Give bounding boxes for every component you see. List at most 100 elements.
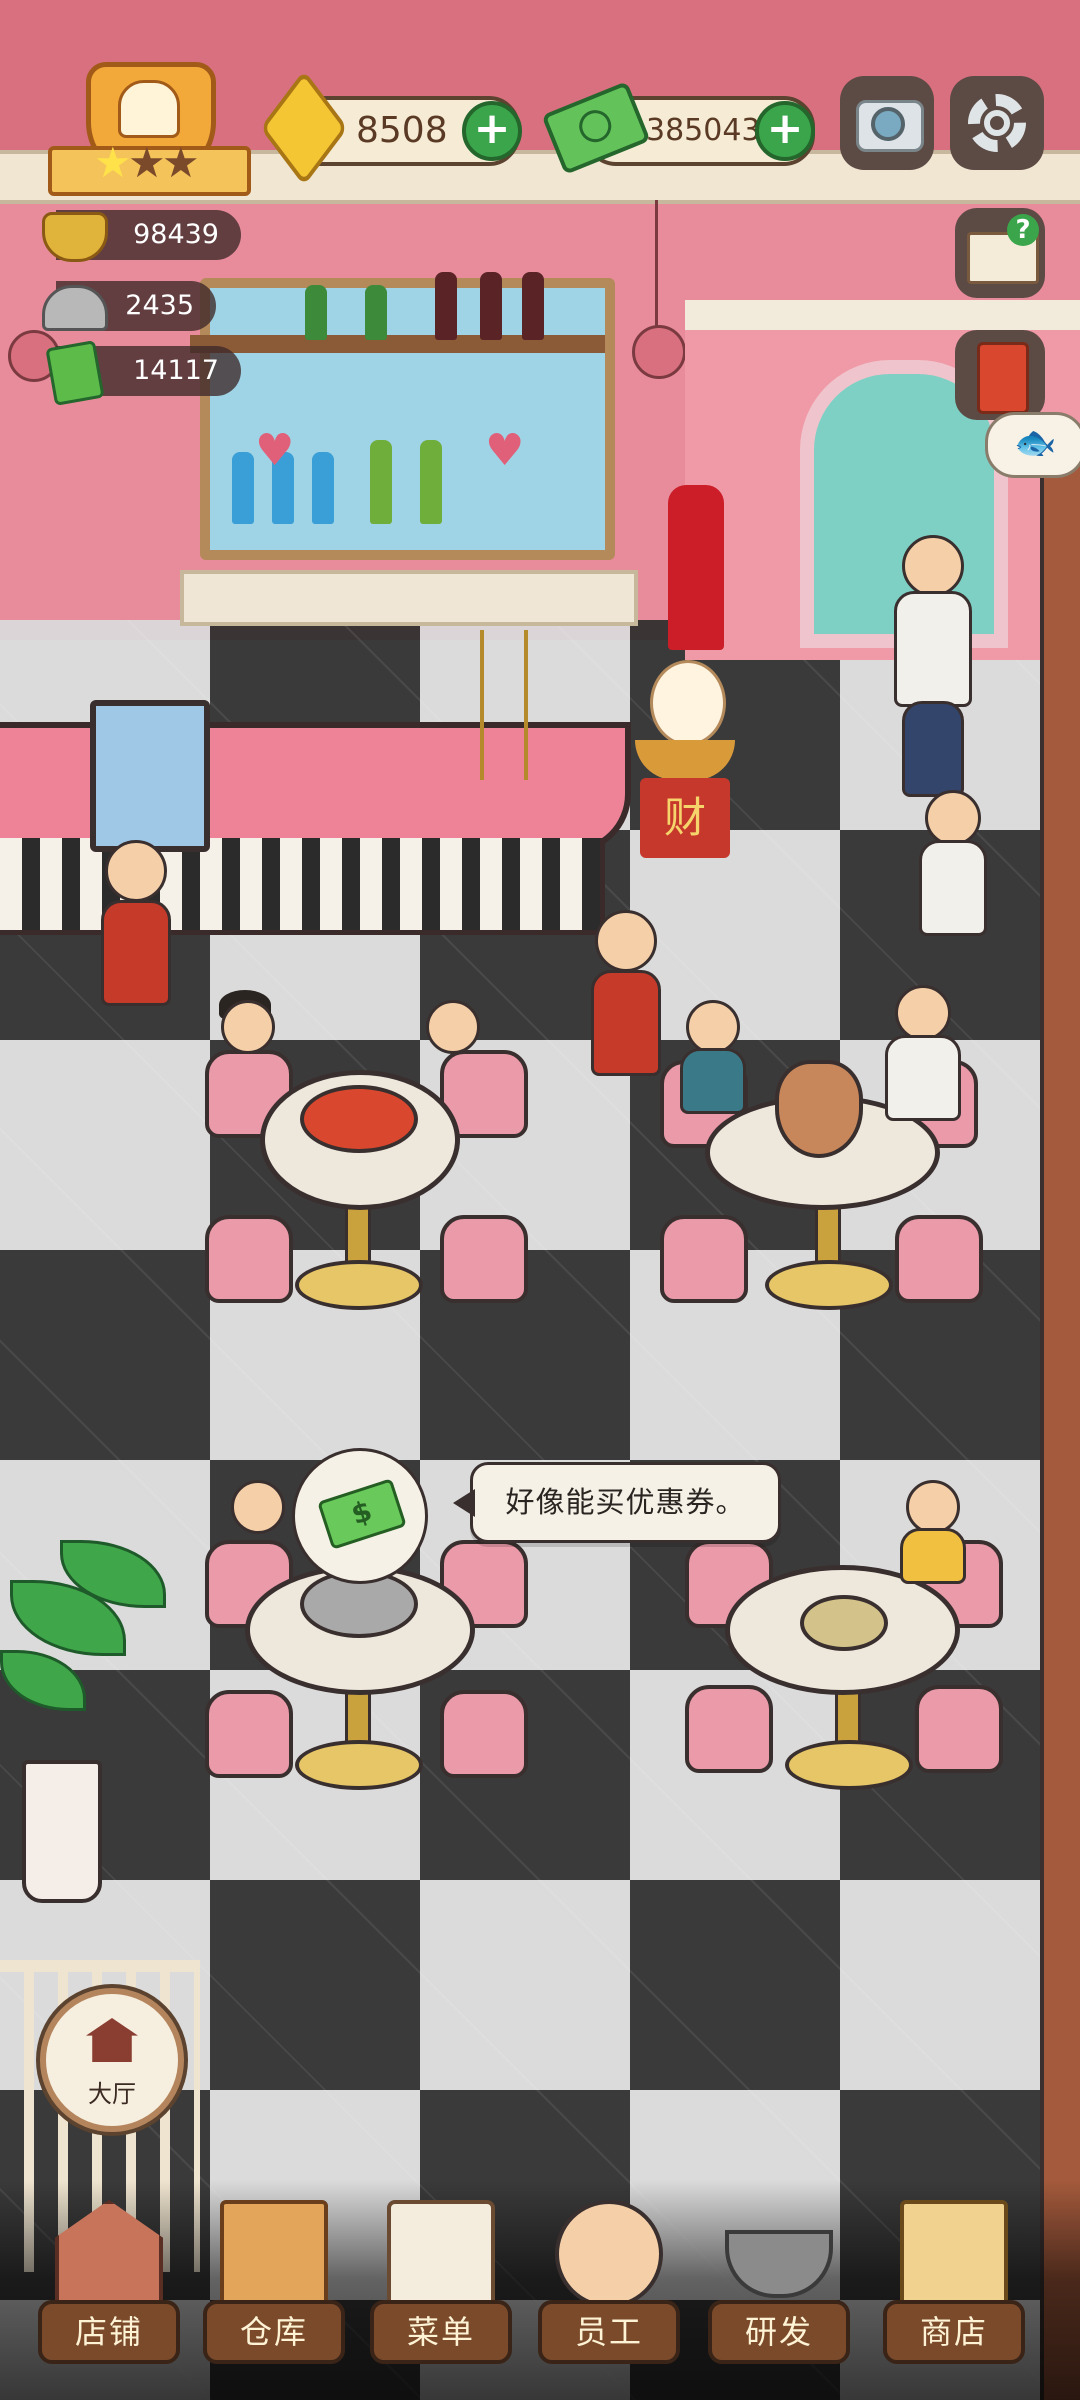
staff-icon — [555, 2200, 663, 2308]
customer[interactable] — [680, 990, 746, 1114]
store-icon — [900, 2200, 1008, 2308]
customer-body — [919, 840, 987, 936]
shop-icon — [55, 2200, 163, 2308]
customer[interactable] — [215, 990, 275, 1080]
queued-customer[interactable] — [890, 535, 972, 797]
nav-staff[interactable]: 员工 — [530, 2190, 680, 2390]
hall-label: 大厅 — [88, 2080, 136, 2108]
star-icon-empty: ★ — [162, 138, 200, 187]
stat-hotpot[interactable]: 98439 — [42, 210, 241, 262]
recipe-book-button[interactable]: ? — [955, 208, 1045, 298]
queued-customer[interactable] — [915, 790, 987, 990]
stat-value: 98439 — [133, 219, 219, 250]
restaurant-rank-badge[interactable]: ★ ★ ★ — [48, 62, 251, 196]
bottle — [305, 285, 327, 340]
customer-head — [902, 535, 964, 597]
customer-body — [680, 1048, 746, 1114]
star-icon-empty: ★ — [128, 138, 166, 187]
heart-decoration: ♥ — [485, 425, 525, 476]
hall-button[interactable]: 大厅 — [40, 1988, 184, 2132]
waiter-body — [591, 970, 661, 1076]
table-base — [295, 1740, 423, 1790]
hall-house-icon — [86, 2018, 138, 2062]
chair — [205, 1215, 293, 1303]
chair — [915, 1685, 1003, 1773]
table-base — [785, 1740, 913, 1790]
bottle — [312, 452, 334, 524]
chair — [895, 1215, 983, 1303]
customer[interactable] — [900, 1470, 966, 1584]
ticket-icon — [45, 340, 105, 406]
nav-label: 员工 — [538, 2300, 680, 2364]
nav-label: 商店 — [883, 2300, 1025, 2364]
question-mark-icon: ? — [1007, 214, 1039, 246]
customer-head — [426, 1000, 480, 1054]
customer[interactable] — [225, 1470, 285, 1560]
nav-store[interactable]: 商店 — [875, 2190, 1025, 2390]
lucky-cat[interactable]: 财 — [630, 660, 740, 860]
candelabra — [480, 630, 528, 780]
wok-icon — [725, 2230, 833, 2298]
counter-front — [0, 838, 605, 935]
add-gems-button[interactable]: + — [462, 101, 522, 161]
bottle — [435, 272, 457, 340]
chair — [205, 1690, 293, 1778]
coupon-thought-bubble[interactable] — [292, 1448, 428, 1584]
heart-decoration: ♥ — [255, 425, 295, 476]
cash-icon — [317, 1478, 407, 1550]
customer[interactable] — [885, 985, 961, 1125]
camera-lens — [871, 107, 905, 141]
nav-warehouse[interactable]: 仓库 — [195, 2190, 345, 2390]
red-mailbox — [668, 485, 724, 650]
customer-head — [221, 1000, 275, 1054]
nav-label: 研发 — [708, 2300, 850, 2364]
bottle — [522, 272, 544, 340]
nav-label: 仓库 — [203, 2300, 345, 2364]
nav-menu[interactable]: 菜单 — [362, 2190, 512, 2390]
star-icon-filled: ★ — [94, 138, 132, 187]
staff-waiter[interactable] — [585, 890, 665, 1080]
stat-cloche[interactable]: 2435 — [42, 281, 216, 331]
waiter-body — [101, 900, 171, 1006]
nav-label: 菜单 — [370, 2300, 512, 2364]
fortune-sign: 财 — [640, 778, 730, 858]
waiter-head — [105, 840, 167, 902]
empty-burner — [800, 1595, 888, 1651]
gem-count: 8508 — [356, 110, 448, 151]
stat-value: 14117 — [133, 355, 219, 386]
warehouse-icon — [220, 2200, 328, 2308]
nav-research[interactable]: 研发 — [700, 2190, 850, 2390]
chef-hat-icon — [118, 80, 180, 138]
cloche-icon — [42, 285, 108, 331]
cat-bowl — [635, 740, 735, 780]
waiter-head — [595, 910, 657, 972]
chair — [440, 1215, 528, 1303]
customer-head — [895, 985, 951, 1041]
stat-ticket[interactable]: 14117 — [45, 340, 241, 406]
bottle — [232, 452, 254, 524]
nav-label: 店铺 — [38, 2300, 180, 2364]
camera-button[interactable] — [840, 76, 934, 170]
customer-head — [925, 790, 981, 846]
add-cash-button[interactable]: + — [755, 101, 815, 161]
customer-speech-bubble: 好像能买优惠券。 — [453, 1462, 781, 1543]
fish-icon: 🐟 — [1014, 423, 1057, 463]
staff-waiter[interactable] — [95, 820, 175, 1010]
bottle — [420, 440, 442, 524]
fish-thought-bubble: 🐟 — [985, 412, 1080, 478]
settings-button[interactable] — [950, 76, 1044, 170]
chair — [660, 1215, 748, 1303]
hotpot-icon — [42, 212, 108, 262]
copper-hotpot — [775, 1060, 863, 1158]
notebook-icon — [977, 342, 1029, 414]
back-counter — [180, 570, 638, 626]
nav-shop[interactable]: 店铺 — [30, 2190, 180, 2390]
chair — [440, 1690, 528, 1778]
customer[interactable] — [420, 990, 480, 1080]
bottle — [480, 272, 502, 340]
customer-head — [906, 1480, 960, 1534]
customer-head — [686, 1000, 740, 1054]
notebook-button[interactable] — [955, 330, 1045, 420]
lamp-cord — [655, 200, 658, 326]
customer-body — [900, 1528, 966, 1584]
